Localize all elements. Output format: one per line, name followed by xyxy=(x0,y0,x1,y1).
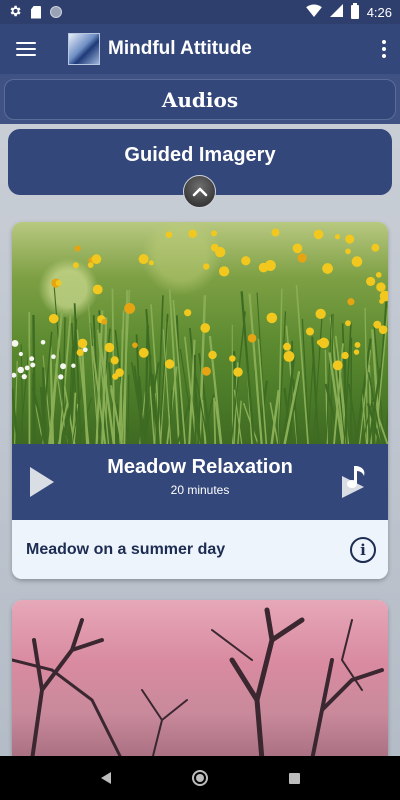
player-bar: Meadow Relaxation 20 minutes xyxy=(12,444,388,520)
gear-icon xyxy=(8,4,22,21)
section-header-wrap: Audios xyxy=(0,74,400,124)
track-info: Meadow Relaxation 20 minutes xyxy=(72,456,328,497)
more-vert-icon[interactable] xyxy=(378,40,390,58)
track-description: Meadow on a summer day xyxy=(26,540,226,558)
audio-card[interactable]: Meadow Relaxation 20 minutes Meadow on a… xyxy=(12,222,388,579)
battery-icon xyxy=(350,3,359,19)
navigation-bar xyxy=(0,756,400,800)
recents-icon[interactable] xyxy=(288,772,300,784)
play-icon[interactable] xyxy=(30,467,54,497)
audio-list[interactable]: Guided Imagery Meadow Relaxation 20 minu… xyxy=(0,124,400,756)
track-duration: 20 minutes xyxy=(170,483,230,497)
signal-icon xyxy=(329,4,343,20)
status-time: 4:26 xyxy=(366,4,392,20)
chevron-up-icon[interactable] xyxy=(183,175,216,208)
app-bar: Mindful Attitude xyxy=(0,24,400,74)
wifi-icon xyxy=(305,4,322,20)
app-title: Mindful Attitude xyxy=(108,38,252,59)
status-bar: 4:26 xyxy=(0,0,400,24)
category-title: Guided Imagery xyxy=(124,143,276,166)
description-row: Meadow on a summer day i xyxy=(12,520,388,579)
music-play-icon[interactable] xyxy=(340,464,370,500)
track-title: Meadow Relaxation xyxy=(107,456,293,478)
circle-icon xyxy=(50,6,62,18)
hamburger-menu-icon[interactable] xyxy=(16,42,36,56)
meadow-photo xyxy=(12,222,388,444)
sd-card-icon xyxy=(31,5,41,19)
back-icon[interactable] xyxy=(100,772,111,784)
app-logo xyxy=(68,33,100,65)
sunset-trees-photo xyxy=(12,600,388,756)
home-icon[interactable] xyxy=(191,770,208,786)
section-title: Audios xyxy=(4,79,396,120)
info-icon[interactable]: i xyxy=(350,536,376,563)
audio-card[interactable] xyxy=(12,600,388,756)
